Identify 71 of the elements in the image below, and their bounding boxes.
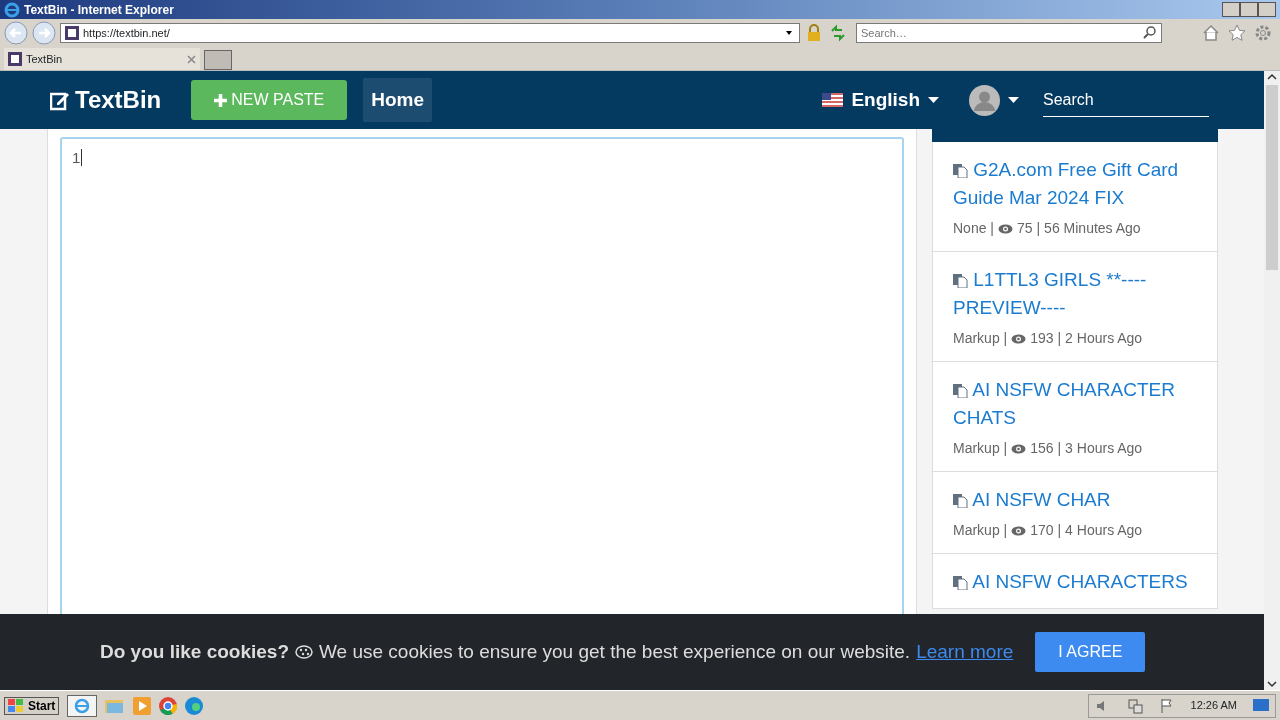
cookie-message: We use cookies to ensure you get the best experience on our website. <box>319 639 911 664</box>
eye-icon <box>1011 525 1027 536</box>
caret-icon[interactable] <box>1008 96 1019 104</box>
search-field[interactable]: Search <box>1043 83 1209 117</box>
language-dropdown[interactable]: English <box>816 84 945 116</box>
view-count: 75 | <box>1017 219 1041 238</box>
media-player-icon[interactable] <box>133 696 152 715</box>
site-logo[interactable]: TextBin <box>75 86 162 114</box>
paste-age: 56 Minutes Ago <box>1044 219 1141 238</box>
restore-button[interactable] <box>1240 2 1258 17</box>
forward-icon[interactable] <box>32 21 56 45</box>
view-count: 170 | <box>1030 521 1062 540</box>
browser-tab[interactable]: TextBin <box>4 48 200 70</box>
paste-title-link[interactable]: G2A.com Free Gift Card Guide Mar 2024 FIX <box>953 156 1197 212</box>
site-favicon <box>8 52 22 66</box>
close-button[interactable] <box>1258 2 1276 17</box>
home-icon[interactable] <box>1202 24 1220 42</box>
flag-icon[interactable] <box>1158 697 1175 714</box>
browser-search-box[interactable]: Search… <box>856 23 1162 43</box>
paste-age: 3 Hours Ago <box>1065 439 1143 458</box>
window-title: TextBin - Internet Explorer <box>24 2 174 17</box>
eye-icon <box>1011 443 1027 454</box>
document-icon <box>953 383 968 399</box>
view-count: 193 | <box>1030 329 1062 348</box>
site-favicon <box>65 26 79 40</box>
paste-age: 4 Hours Ago <box>1065 521 1143 540</box>
line-number: 1 <box>72 149 81 166</box>
browser-logo-icon <box>4 1 20 18</box>
paste-title-link[interactable]: AI NSFW CHARACTER CHATS <box>953 376 1197 432</box>
network-icon[interactable] <box>1126 697 1143 714</box>
cookie-heading: Do you like cookies? <box>100 639 289 664</box>
search-icon[interactable] <box>1143 26 1157 40</box>
caret-icon <box>928 96 939 104</box>
clock: 12:26 AM <box>1190 698 1237 714</box>
paste-age: 2 Hours Ago <box>1065 329 1143 348</box>
home-link[interactable]: Home <box>363 78 433 122</box>
document-icon <box>953 163 968 179</box>
browser-taskbar-icon[interactable] <box>67 694 98 717</box>
syntax-label: Markup | <box>953 521 1008 540</box>
settings-icon[interactable] <box>1254 24 1272 42</box>
syntax-label: Markup | <box>953 439 1008 458</box>
avatar-icon[interactable] <box>969 84 1000 116</box>
desktop-icon[interactable] <box>1253 698 1269 713</box>
learn-more-link[interactable]: Learn more <box>916 637 1014 667</box>
address-field[interactable]: https://textbin.net/ <box>60 23 800 43</box>
start-button[interactable]: Start <box>4 696 60 715</box>
new-paste-button[interactable]: NEW PASTE <box>191 80 348 120</box>
scroll-down-icon[interactable] <box>1266 678 1278 690</box>
paste-title-link[interactable]: AI NSFW CHAR <box>953 486 1197 514</box>
eye-icon <box>998 223 1013 234</box>
document-icon <box>953 575 968 591</box>
view-count: 156 | <box>1030 439 1062 458</box>
syntax-label: None | <box>953 219 994 238</box>
scrollbar-thumb[interactable] <box>1266 85 1278 270</box>
paste-title-link[interactable]: L1TTL3 GIRLS **---- PREVIEW---- <box>953 266 1197 322</box>
back-icon[interactable] <box>4 21 28 45</box>
star-icon[interactable] <box>1228 24 1246 42</box>
document-icon <box>953 273 968 289</box>
eye-icon <box>1011 333 1027 344</box>
minimize-button[interactable] <box>1222 2 1240 17</box>
edge-icon[interactable] <box>185 696 204 715</box>
new-tab-button[interactable] <box>204 50 232 70</box>
agree-button[interactable]: I AGREE <box>1035 632 1146 672</box>
cookie-icon <box>295 645 313 659</box>
close-icon[interactable] <box>187 54 196 64</box>
windows-logo-icon <box>8 698 24 713</box>
syntax-label: Markup | <box>953 329 1008 348</box>
document-icon <box>953 493 968 509</box>
chrome-icon[interactable] <box>159 696 178 715</box>
flag-icon <box>822 93 844 107</box>
plus-icon <box>214 93 228 107</box>
